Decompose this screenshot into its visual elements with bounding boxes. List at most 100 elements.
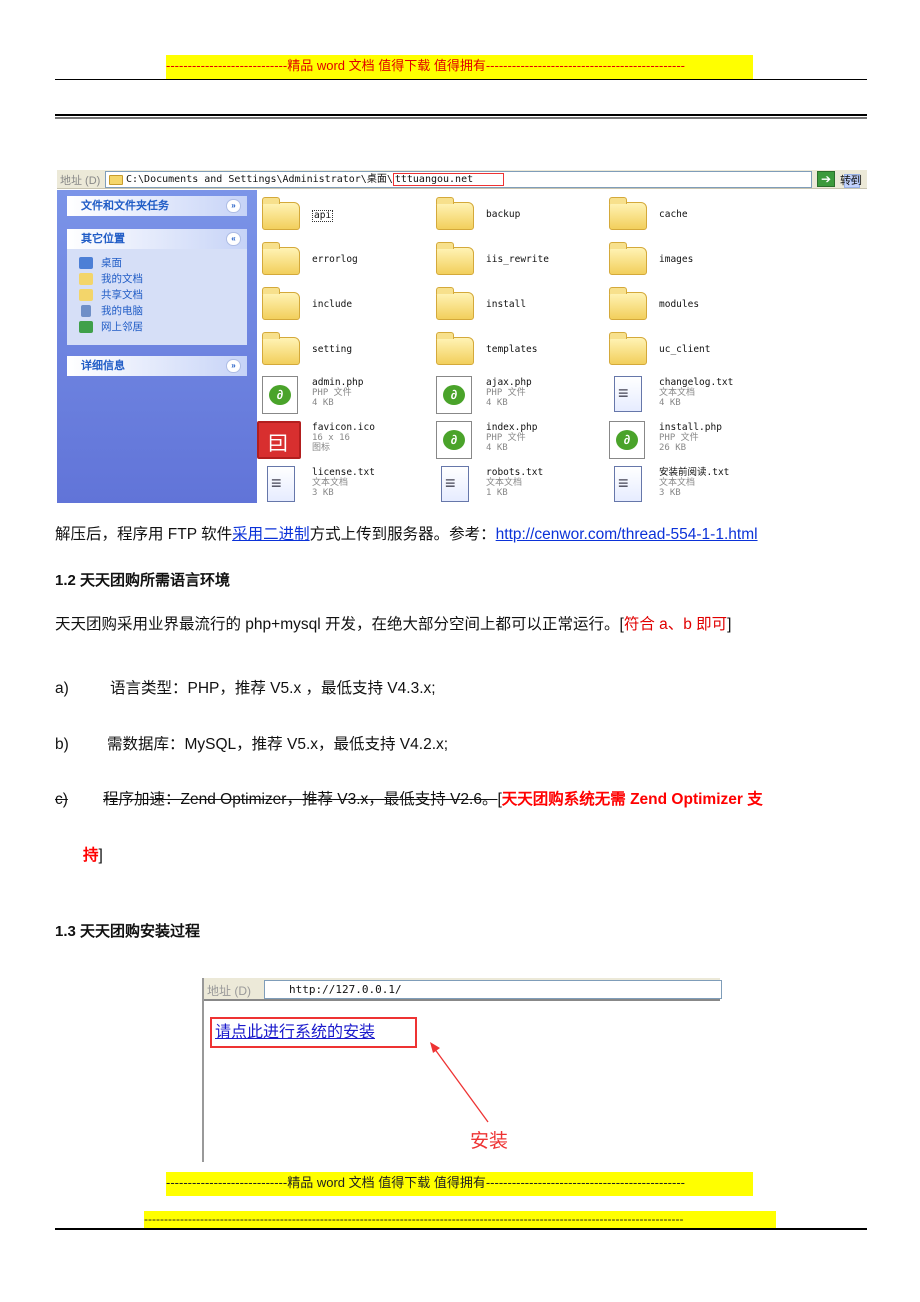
file-name: modules bbox=[659, 299, 700, 310]
list-item-c: c) 程序加速：Zend Optimizer，推荐 V3.x，最低支持 V2.6。… bbox=[55, 787, 763, 809]
file-item[interactable]: include bbox=[262, 284, 442, 328]
url-field[interactable]: http://127.0.0.1/ bbox=[264, 980, 722, 999]
install-link[interactable]: 请点此进行系统的安装 bbox=[215, 1018, 375, 1042]
place-shared-documents[interactable]: 共享文档 bbox=[79, 287, 247, 303]
file-name: admin.php bbox=[312, 377, 364, 388]
panel-header[interactable]: 其它位置 « bbox=[67, 229, 247, 249]
file-size: 图标 bbox=[312, 443, 331, 453]
text: 天天团购采用业界最流行的 php+mysql 开发，在绝大部分空间上都可以正常运… bbox=[55, 616, 624, 633]
file-item[interactable]: cache bbox=[609, 194, 789, 238]
file-size: 3 KB bbox=[659, 488, 681, 498]
file-name: install.php bbox=[659, 422, 722, 433]
file-type: 文本文档 bbox=[659, 388, 696, 398]
panel-header[interactable]: 文件和文件夹任务 » bbox=[67, 196, 247, 216]
folder-icon bbox=[609, 242, 647, 275]
place-label: 我的电脑 bbox=[101, 305, 143, 317]
text-file-icon bbox=[614, 466, 642, 502]
file-name: backup bbox=[486, 209, 521, 220]
list-text: 程序加速：Zend Optimizer，推荐 V3.x，最低支持 V2.6。 bbox=[103, 791, 498, 808]
file-item[interactable]: uc_client bbox=[609, 329, 789, 373]
file-type: 16 x 16 bbox=[312, 433, 350, 443]
file-item[interactable]: images bbox=[609, 239, 789, 283]
file-item[interactable]: api bbox=[262, 194, 442, 238]
footer-rule bbox=[55, 1228, 867, 1230]
folder-icon bbox=[262, 197, 300, 230]
file-type: PHP 文件 bbox=[312, 388, 352, 398]
arrow-right-icon[interactable]: ➔ bbox=[817, 171, 835, 187]
place-label: 我的文档 bbox=[101, 273, 143, 285]
paragraph-env: 天天团购采用业界最流行的 php+mysql 开发，在绝大部分空间上都可以正常运… bbox=[55, 612, 731, 634]
file-item[interactable]: iis_rewrite bbox=[436, 239, 616, 283]
callout-label: 安装 bbox=[470, 1131, 509, 1152]
annotation-arrow bbox=[430, 1042, 489, 1123]
file-item[interactable]: robots.txt文本文档1 KB bbox=[436, 464, 616, 508]
collapse-icon[interactable]: « bbox=[226, 232, 241, 246]
address-field[interactable]: C:\Documents and Settings\Administrator\… bbox=[105, 171, 860, 188]
list-item-b: b) 需数据库：MySQL，推荐 V5.x，最低支持 V4.2.x; bbox=[55, 732, 448, 754]
place-desktop[interactable]: 桌面 bbox=[79, 255, 247, 271]
note: 符合 a、b 即可 bbox=[623, 616, 728, 633]
address-label: 地址 (D) bbox=[60, 175, 101, 187]
documents-folder-icon bbox=[79, 273, 93, 285]
folder-icon bbox=[609, 197, 647, 230]
file-item[interactable]: install.phpPHP 文件26 KB bbox=[609, 419, 789, 463]
file-item[interactable]: install bbox=[436, 284, 616, 328]
file-size: 1 KB bbox=[486, 488, 508, 498]
arrow-head-icon bbox=[430, 1042, 440, 1053]
place-network[interactable]: 网上邻居 bbox=[79, 319, 247, 335]
file-item[interactable]: ajax.phpPHP 文件4 KB bbox=[436, 374, 616, 418]
file-name: cache bbox=[659, 209, 688, 220]
section-heading-1-3: 1.3 天天团购安装过程 bbox=[55, 923, 201, 940]
file-item[interactable]: modules bbox=[609, 284, 789, 328]
list-text: 语言类型：PHP，推荐 V5.x ，最低支持 V4.3.x; bbox=[110, 680, 436, 697]
file-type: PHP 文件 bbox=[486, 388, 526, 398]
panel-title: 详细信息 bbox=[81, 360, 125, 372]
file-item[interactable]: admin.phpPHP 文件4 KB bbox=[262, 374, 442, 418]
php-file-icon bbox=[436, 376, 472, 414]
header-rule bbox=[55, 79, 867, 80]
folder-icon bbox=[436, 332, 474, 365]
address-label: 地址 (D) bbox=[207, 984, 251, 998]
file-item[interactable]: changelog.txt文本文档4 KB bbox=[609, 374, 789, 418]
file-name: errorlog bbox=[312, 254, 358, 265]
panel-file-tasks[interactable]: 文件和文件夹任务 » bbox=[67, 196, 247, 216]
file-item[interactable]: license.txt文本文档3 KB bbox=[262, 464, 442, 508]
place-label: 共享文档 bbox=[101, 289, 143, 301]
go-button[interactable]: 转到 bbox=[840, 172, 862, 188]
folder-icon bbox=[262, 242, 300, 275]
file-name: setting bbox=[312, 344, 353, 355]
file-size: 4 KB bbox=[312, 398, 334, 408]
place-my-computer[interactable]: 我的电脑 bbox=[79, 303, 247, 319]
expand-icon[interactable]: » bbox=[226, 199, 241, 213]
file-name: favicon.ico bbox=[312, 422, 375, 433]
file-item[interactable]: errorlog bbox=[262, 239, 442, 283]
address-bar: 地址 (D) C:\Documents and Settings\Adminis… bbox=[57, 170, 867, 189]
file-item[interactable]: index.phpPHP 文件4 KB bbox=[436, 419, 616, 463]
file-type: PHP 文件 bbox=[486, 433, 526, 443]
panel-header[interactable]: 详细信息 » bbox=[67, 356, 247, 376]
file-name: license.txt bbox=[312, 467, 375, 478]
place-my-documents[interactable]: 我的文档 bbox=[79, 271, 247, 287]
expand-icon[interactable]: » bbox=[226, 359, 241, 373]
file-item[interactable]: 安装前阅读.txt文本文档3 KB bbox=[609, 464, 789, 508]
reference-link[interactable]: http://cenwor.com/thread-554-1-1.html bbox=[496, 526, 758, 543]
file-name: images bbox=[659, 254, 694, 265]
explorer-screenshot: 地址 (D) C:\Documents and Settings\Adminis… bbox=[57, 170, 867, 503]
panel-details[interactable]: 详细信息 » bbox=[67, 356, 247, 376]
list-item-c-cont: 持] bbox=[83, 843, 103, 865]
binary-mode-link[interactable]: 采用二进制 bbox=[232, 526, 310, 543]
folder-icon bbox=[436, 197, 474, 230]
arrow-line bbox=[433, 1047, 489, 1123]
file-item[interactable]: backup bbox=[436, 194, 616, 238]
file-item[interactable]: templates bbox=[436, 329, 616, 373]
place-label: 桌面 bbox=[101, 257, 122, 269]
address-highlight: tttuangou.net bbox=[392, 173, 505, 186]
file-name: robots.txt bbox=[486, 467, 544, 478]
file-item[interactable]: favicon.ico16 x 16图标 bbox=[257, 419, 442, 463]
text-file-icon bbox=[267, 466, 295, 502]
folder-icon bbox=[262, 287, 300, 320]
file-grid: api backup cache errorlog iis_rewrite images i… bbox=[257, 192, 867, 503]
file-type: 文本文档 bbox=[486, 478, 523, 488]
file-item[interactable]: setting bbox=[262, 329, 442, 373]
folder-icon bbox=[609, 287, 647, 320]
